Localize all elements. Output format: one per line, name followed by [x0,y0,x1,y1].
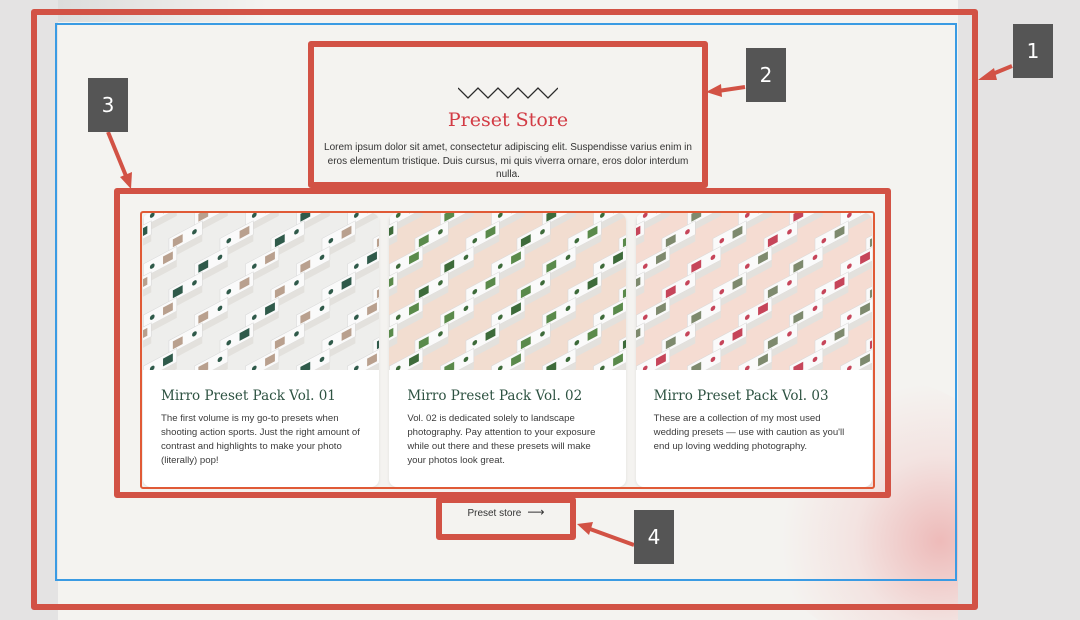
card-description: These are a collection of my most used w… [653,413,845,452]
annotation-label-2: 2 [746,48,786,102]
preset-pack-image [143,213,380,370]
hero-header: Preset Store Lorem ipsum dolor sit amet,… [316,55,700,182]
card-description: Vol. 02 is dedicated solely to landscape… [407,413,596,466]
preset-pack-image [635,213,872,370]
card-title[interactable]: Mirro Preset Pack Vol. 02 [407,388,609,404]
store-link-label: Preset store [467,508,522,519]
card-description: The first volume is my go-to presets whe… [161,413,360,466]
top-fade [58,0,268,22]
annotation-label-3: 3 [88,78,128,132]
page-description: Lorem ipsum dolor sit amet, consectetur … [324,142,692,180]
preset-pack-image [389,213,626,370]
preset-card[interactable]: Mirro Preset Pack Vol. 02 Vol. 02 is ded… [389,213,626,487]
card-title[interactable]: Mirro Preset Pack Vol. 03 [654,388,856,404]
annotation-label-1: 1 [1013,24,1053,78]
page-title: Preset Store [447,109,569,131]
preset-card-list: Mirro Preset Pack Vol. 01 The first volu… [143,213,872,487]
arrow-right-icon: ⟶ [527,505,545,519]
preset-card[interactable]: Mirro Preset Pack Vol. 01 The first volu… [143,213,380,487]
annotation-label-4: 4 [634,510,674,564]
zigzag-ornament-icon [458,87,558,99]
product-box-pattern [389,213,626,370]
product-box-pattern [143,213,380,370]
card-title[interactable]: Mirro Preset Pack Vol. 01 [161,388,363,404]
product-box-pattern [635,213,872,370]
preset-store-link[interactable]: Preset store ⟶ [448,505,564,519]
preset-card[interactable]: Mirro Preset Pack Vol. 03 These are a co… [635,213,872,487]
